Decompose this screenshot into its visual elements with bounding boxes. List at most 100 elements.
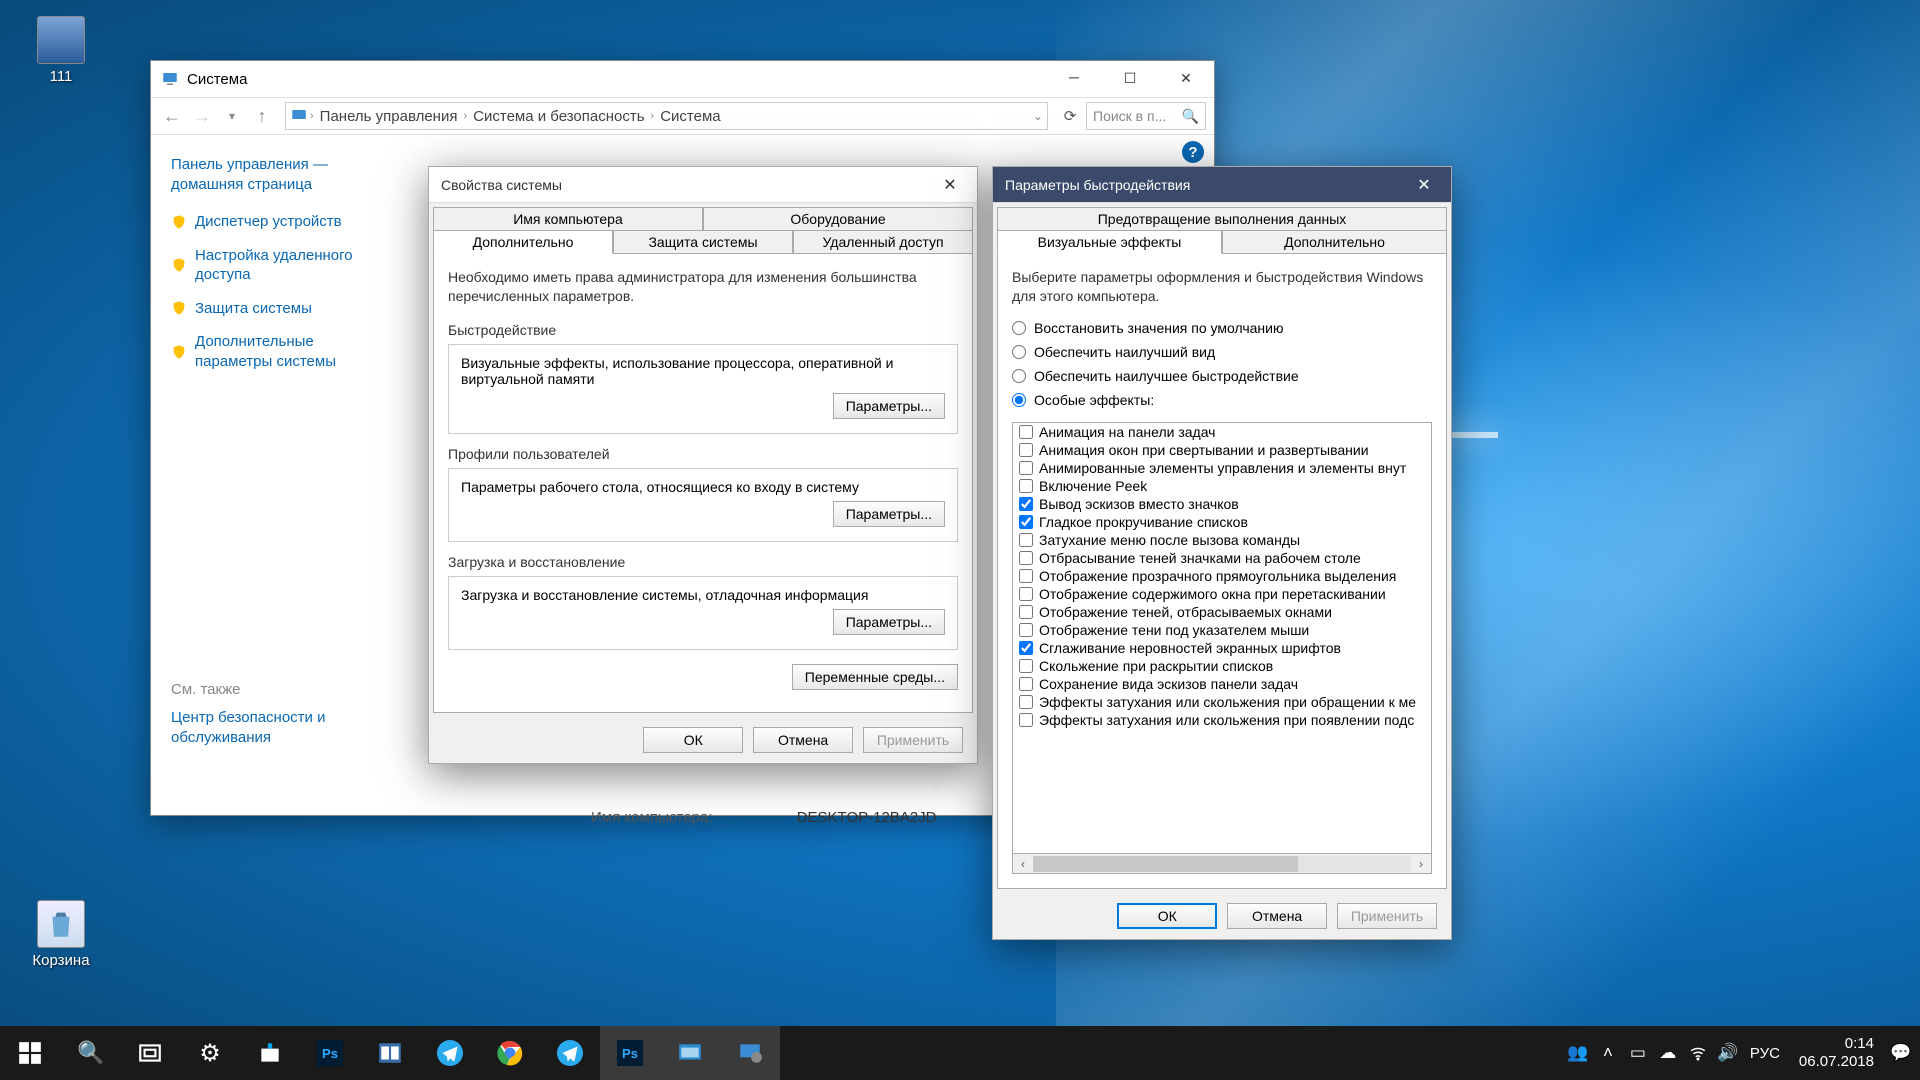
search-input[interactable]: Поиск в п... 🔍 — [1086, 102, 1206, 130]
checkbox-input[interactable] — [1019, 443, 1033, 457]
breadcrumb[interactable]: Система — [656, 108, 724, 125]
performance-settings-button[interactable]: Параметры... — [833, 393, 945, 419]
refresh-button[interactable]: ⟳ — [1058, 102, 1082, 130]
checkbox-input[interactable] — [1019, 623, 1033, 637]
radio-input[interactable] — [1012, 321, 1026, 335]
checkbox-input[interactable] — [1019, 605, 1033, 619]
tab-computer-name[interactable]: Имя компьютера — [433, 207, 703, 231]
tab-hardware[interactable]: Оборудование — [703, 207, 973, 231]
radio-input[interactable] — [1012, 369, 1026, 383]
tab-dep[interactable]: Предотвращение выполнения данных — [997, 207, 1447, 231]
up-button[interactable]: ↑ — [249, 103, 275, 129]
minimize-button[interactable]: ─ — [1046, 61, 1102, 97]
radio-input[interactable] — [1012, 393, 1026, 407]
taskbar-app-chrome[interactable] — [480, 1026, 540, 1080]
sidebar-item-device-manager[interactable]: Диспетчер устройств — [171, 212, 391, 232]
list-item[interactable]: Отображение содержимого окна при перетас… — [1013, 585, 1431, 603]
list-item[interactable]: Включение Peek — [1013, 477, 1431, 495]
back-button[interactable]: ← — [159, 103, 185, 129]
list-item[interactable]: Анимация на панели задач — [1013, 423, 1431, 441]
checkbox-input[interactable] — [1019, 533, 1033, 547]
chevron-down-icon[interactable]: ⌄ — [1033, 109, 1043, 123]
radio-option[interactable]: Обеспечить наилучшее быстродействие — [1012, 368, 1432, 384]
taskbar-app-settings[interactable]: ⚙ — [180, 1026, 240, 1080]
list-item[interactable]: Эффекты затухания или скольжения при обр… — [1013, 693, 1431, 711]
checkbox-input[interactable] — [1019, 713, 1033, 727]
desktop-icon-111[interactable]: 111 — [16, 16, 106, 85]
checkbox-input[interactable] — [1019, 695, 1033, 709]
list-item[interactable]: Отбрасывание теней значками на рабочем с… — [1013, 549, 1431, 567]
tray-wifi-icon[interactable] — [1683, 1026, 1713, 1080]
list-item[interactable]: Эффекты затухания или скольжения при поя… — [1013, 711, 1431, 729]
taskbar-app-telegram[interactable] — [420, 1026, 480, 1080]
start-button[interactable] — [0, 1026, 60, 1080]
scroll-thumb[interactable] — [1033, 856, 1298, 872]
sidebar-item-advanced[interactable]: Дополнительные параметры системы — [171, 332, 391, 371]
help-button[interactable]: ? — [1182, 141, 1204, 163]
taskbar-app-photoshop2[interactable]: Ps — [600, 1026, 660, 1080]
taskbar-app-system[interactable] — [720, 1026, 780, 1080]
cancel-button[interactable]: Отмена — [753, 727, 853, 753]
tab-advanced[interactable]: Дополнительно — [1222, 230, 1447, 254]
radio-option[interactable]: Особые эффекты: — [1012, 392, 1432, 408]
checkbox-input[interactable] — [1019, 641, 1033, 655]
radio-input[interactable] — [1012, 345, 1026, 359]
apply-button[interactable]: Применить — [1337, 903, 1437, 929]
list-item[interactable]: Отображение тени под указателем мыши — [1013, 621, 1431, 639]
env-vars-button[interactable]: Переменные среды... — [792, 664, 958, 690]
breadcrumb[interactable]: Система и безопасность — [469, 108, 648, 125]
list-item[interactable]: Затухание меню после вызова команды — [1013, 531, 1431, 549]
tray-battery-icon[interactable]: ▭ — [1623, 1026, 1653, 1080]
tray-volume-icon[interactable]: 🔊 — [1713, 1026, 1743, 1080]
checkbox-input[interactable] — [1019, 497, 1033, 511]
titlebar[interactable]: Параметры быстродействия ✕ — [993, 167, 1451, 203]
list-item[interactable]: Гладкое прокручивание списков — [1013, 513, 1431, 531]
checkbox-input[interactable] — [1019, 425, 1033, 439]
titlebar[interactable]: Свойства системы ✕ — [429, 167, 977, 203]
tab-advanced[interactable]: Дополнительно — [433, 230, 613, 254]
close-button[interactable]: ✕ — [1409, 170, 1439, 200]
close-button[interactable]: ✕ — [935, 170, 965, 200]
desktop-icon-recycle[interactable]: Корзина — [16, 900, 106, 969]
sidebar-item-security-center[interactable]: Центр безопасности и обслуживания — [171, 708, 391, 747]
breadcrumb[interactable]: Панель управления — [316, 108, 462, 125]
profiles-settings-button[interactable]: Параметры... — [833, 501, 945, 527]
address-bar[interactable]: › Панель управления › Система и безопасн… — [285, 102, 1048, 130]
tray-clock[interactable]: 0:14 06.07.2018 — [1787, 1035, 1886, 1071]
checkbox-input[interactable] — [1019, 587, 1033, 601]
tray-notifications-icon[interactable]: 💬 — [1886, 1026, 1916, 1080]
tab-visual-effects[interactable]: Визуальные эффекты — [997, 230, 1222, 254]
scroll-left-arrow[interactable]: ‹ — [1013, 857, 1033, 871]
checkbox-input[interactable] — [1019, 479, 1033, 493]
forward-button[interactable]: → — [189, 103, 215, 129]
sidebar-home-link[interactable]: Панель управления — домашняя страница — [171, 155, 391, 194]
taskbar-app-totalcmd[interactable] — [360, 1026, 420, 1080]
startup-settings-button[interactable]: Параметры... — [833, 609, 945, 635]
horizontal-scrollbar[interactable]: ‹ › — [1012, 854, 1432, 874]
radio-option[interactable]: Обеспечить наилучший вид — [1012, 344, 1432, 360]
ok-button[interactable]: ОК — [643, 727, 743, 753]
tray-chevron-up-icon[interactable]: ˄ — [1593, 1026, 1623, 1080]
sidebar-item-protection[interactable]: Защита системы — [171, 299, 391, 319]
sidebar-item-remote[interactable]: Настройка удаленного доступа — [171, 246, 391, 285]
tray-language[interactable]: РУС — [1743, 1026, 1787, 1080]
list-item[interactable]: Отображение теней, отбрасываемых окнами — [1013, 603, 1431, 621]
taskbar-app-store[interactable] — [240, 1026, 300, 1080]
taskbar-app-photoshop[interactable]: Ps — [300, 1026, 360, 1080]
taskbar-app-telegram2[interactable] — [540, 1026, 600, 1080]
checkbox-input[interactable] — [1019, 461, 1033, 475]
tray-onedrive-icon[interactable]: ☁ — [1653, 1026, 1683, 1080]
effects-list[interactable]: Анимация на панели задачАнимация окон пр… — [1012, 422, 1432, 854]
ok-button[interactable]: ОК — [1117, 903, 1217, 929]
maximize-button[interactable]: ☐ — [1102, 61, 1158, 97]
list-item[interactable]: Отображение прозрачного прямоугольника в… — [1013, 567, 1431, 585]
checkbox-input[interactable] — [1019, 551, 1033, 565]
tab-protection[interactable]: Защита системы — [613, 230, 793, 254]
checkbox-input[interactable] — [1019, 659, 1033, 673]
tab-remote[interactable]: Удаленный доступ — [793, 230, 973, 254]
recent-dropdown[interactable]: ▾ — [219, 103, 245, 129]
scroll-right-arrow[interactable]: › — [1411, 857, 1431, 871]
list-item[interactable]: Скольжение при раскрытии списков — [1013, 657, 1431, 675]
cancel-button[interactable]: Отмена — [1227, 903, 1327, 929]
apply-button[interactable]: Применить — [863, 727, 963, 753]
